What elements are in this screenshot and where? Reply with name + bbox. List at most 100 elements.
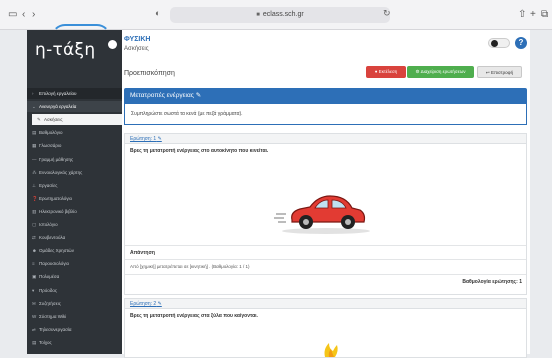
- forum-icon: ✉: [32, 300, 36, 306]
- chevron-down-icon: ⌄: [32, 104, 36, 110]
- sidebar-item[interactable]: ▢ Ιστολόγιο: [27, 219, 122, 230]
- media-icon: ▣: [32, 274, 37, 280]
- attendance-icon: ≡: [32, 261, 35, 267]
- sidebar-item-label: Βαθμολόγιο: [39, 130, 63, 136]
- path-icon: —: [32, 156, 37, 162]
- share-icon[interactable]: ⇧: [518, 8, 526, 22]
- wiki-icon: W: [32, 313, 37, 319]
- answer-heading: Απάντηση: [130, 250, 155, 256]
- question-label[interactable]: Ερώτηση: 1 ✎: [125, 134, 526, 144]
- fire-image: [295, 343, 365, 357]
- sidebar-item[interactable]: ⇄ Κουβεντούλα: [27, 232, 122, 243]
- logo[interactable]: η-τάξη: [27, 24, 122, 86]
- exercise-instructions: Συμπληρώστε σωστά τα κενά (με πεζά γράμμ…: [124, 104, 527, 125]
- back-arrow-icon[interactable]: ‹: [22, 8, 25, 22]
- sidebar-item-label: Ανενεργά εργαλεία: [39, 104, 77, 110]
- logo-text: η-τάξη: [35, 40, 96, 60]
- sidebar-item[interactable]: ▦ Γλωσσάριο: [27, 140, 122, 151]
- sidebar-item-label: Κουβεντούλα: [39, 235, 66, 241]
- question-card: Ερώτηση: 1 ✎ Βρες τη μετατροπή ενέργειας…: [124, 133, 527, 295]
- exercise-title-bar: Μετατροπές ενέργειας ✎: [124, 88, 527, 104]
- reload-icon[interactable]: ↻: [383, 8, 391, 19]
- sidebar-item-label: Γραμμή μάθησης: [39, 156, 74, 162]
- sidebar-item[interactable]: ⁂ Εννοιολογικός χάρτης: [27, 167, 122, 178]
- sidebar-item-label: Εργασίες: [39, 182, 58, 188]
- sidebar-item[interactable]: ▤ Τοίχος: [27, 337, 122, 348]
- divider: [125, 245, 526, 246]
- sidebar-item[interactable]: ⌄ Ανενεργά εργαλεία: [27, 101, 122, 113]
- sidebar-item[interactable]: › Επιλογή εργαλείου: [27, 88, 122, 99]
- glossary-icon: ▦: [32, 143, 37, 149]
- sidebar-item-label: Σύστημα Wiki: [39, 313, 67, 319]
- sidebar-item[interactable]: ▤ Βαθμολόγιο: [27, 127, 122, 138]
- toggle-knob: [491, 40, 498, 47]
- course-title[interactable]: ΦΥΣΙΚΗ: [124, 36, 150, 43]
- tabs-overview-icon[interactable]: ⧉: [541, 8, 548, 22]
- course-subtitle: Ασκήσεις: [124, 46, 149, 52]
- preview-heading: Προεπισκόπηση: [124, 70, 175, 77]
- edit-icon: ✎: [37, 117, 41, 123]
- edit-icon[interactable]: ✎: [156, 301, 162, 307]
- book-icon: ▥: [32, 208, 37, 214]
- forward-arrow-icon[interactable]: ›: [32, 8, 35, 22]
- sidebar-item-label: Εννοιολογικός χάρτης: [39, 169, 83, 175]
- teleconf-icon: ⇌: [32, 326, 36, 332]
- divider: [125, 259, 526, 260]
- main-content: ΦΥΣΙΚΗ Ασκήσεις ? Προεπισκόπηση ● Εκτέλε…: [122, 30, 530, 358]
- sidebar-item-label: Επιλογή εργαλείου: [39, 91, 77, 96]
- question-text: Βρες τη μετατροπή ενέργειας στα ξύλα που…: [130, 313, 258, 319]
- gradebook-icon: ▤: [32, 130, 37, 136]
- chat-icon: ⇄: [32, 235, 36, 241]
- help-icon[interactable]: ?: [515, 37, 527, 49]
- edit-icon[interactable]: ✎: [156, 136, 162, 142]
- users-icon: ☻: [32, 248, 37, 254]
- back-button[interactable]: ↩ Επιστροφή: [477, 66, 522, 78]
- sidebar-item[interactable]: ❓Ερωτηματολόγιο: [27, 193, 122, 204]
- sidebar-item[interactable]: ✎ Ασκήσεις: [32, 114, 122, 126]
- sidebar-item[interactable]: W Σύστημα Wiki: [27, 311, 122, 322]
- logo-arc: [51, 24, 111, 38]
- lock-icon: ■: [256, 12, 260, 18]
- exercise-title: Μετατροπές ενέργειας: [130, 92, 194, 99]
- map-icon: ⁂: [32, 169, 37, 175]
- sidebar-item-label: Πρόοδος: [39, 287, 57, 293]
- sidebar-item[interactable]: ☻ Ομάδες Χρηστών: [27, 245, 122, 256]
- sidebar-item-label: Τοίχος: [39, 339, 52, 345]
- assignment-icon: ⊥: [32, 182, 36, 188]
- logo-dot: [108, 40, 117, 49]
- sidebar-toggle-icon[interactable]: ▭: [8, 8, 17, 22]
- sidebar-item[interactable]: ▥ Ηλεκτρονικό βιβλίο: [27, 206, 122, 217]
- car-image: [270, 174, 382, 240]
- sidebar-item[interactable]: ✉ Συζητήσεις: [27, 298, 122, 309]
- sidebar-item-label: Παρουσιολόγιο: [39, 261, 70, 267]
- sidebar-item-label: Τηλεσυνεργασία: [39, 326, 72, 332]
- question-score: Βαθμολογία ερώτησης: 1: [462, 279, 522, 285]
- question-label[interactable]: Ερώτηση: 2 ✎: [125, 299, 526, 309]
- questionnaire-icon: ❓: [32, 195, 38, 201]
- blog-icon: ▢: [32, 222, 37, 227]
- sidebar: η-τάξη › Επιλογή εργαλείου ⌄ Ανενεργά εργαλ…: [27, 24, 122, 354]
- shield-icon[interactable]: ◐: [155, 8, 160, 18]
- progress-icon: ▾: [32, 287, 35, 293]
- manage-questions-button[interactable]: ⚙ Διαχείριση ερωτήσεων: [407, 66, 474, 78]
- new-tab-icon[interactable]: +: [530, 8, 536, 22]
- edit-mode-toggle[interactable]: [488, 38, 510, 48]
- sidebar-item-label: Ηλεκτρονικό βιβλίο: [39, 208, 77, 214]
- sidebar-item-label: Γλωσσάριο: [39, 143, 62, 149]
- sidebar-item[interactable]: — Γραμμή μάθησης: [27, 154, 122, 165]
- execute-button[interactable]: ● Εκτέλεση: [366, 66, 406, 78]
- sidebar-item-label: Πολυμέσα: [39, 274, 60, 280]
- sidebar-item[interactable]: ⊥ Εργασίες: [27, 180, 122, 191]
- sidebar-item-label: Ερωτηματολόγιο: [39, 195, 73, 201]
- edit-icon[interactable]: ✎: [196, 92, 201, 99]
- chevron-right-icon: ›: [32, 91, 34, 96]
- address-bar[interactable]: ■ eclass.sch.gr: [170, 7, 390, 23]
- divider: [125, 274, 526, 275]
- sidebar-item[interactable]: ⇌ Τηλεσυνεργασία: [27, 324, 122, 335]
- question-card: Ερώτηση: 2 ✎ Βρες τη μετατροπή ενέργειας…: [124, 298, 527, 358]
- sidebar-item[interactable]: ▣ Πολυμέσα: [27, 271, 122, 282]
- sidebar-item[interactable]: ≡ Παρουσιολόγιο: [27, 258, 122, 269]
- sidebar-item-label: Ιστολόγιο: [39, 222, 58, 227]
- answer-text: Από [χημική] μετατρέπεται σε [κινητική] …: [130, 264, 250, 269]
- sidebar-item[interactable]: ▾ Πρόοδος: [27, 285, 122, 296]
